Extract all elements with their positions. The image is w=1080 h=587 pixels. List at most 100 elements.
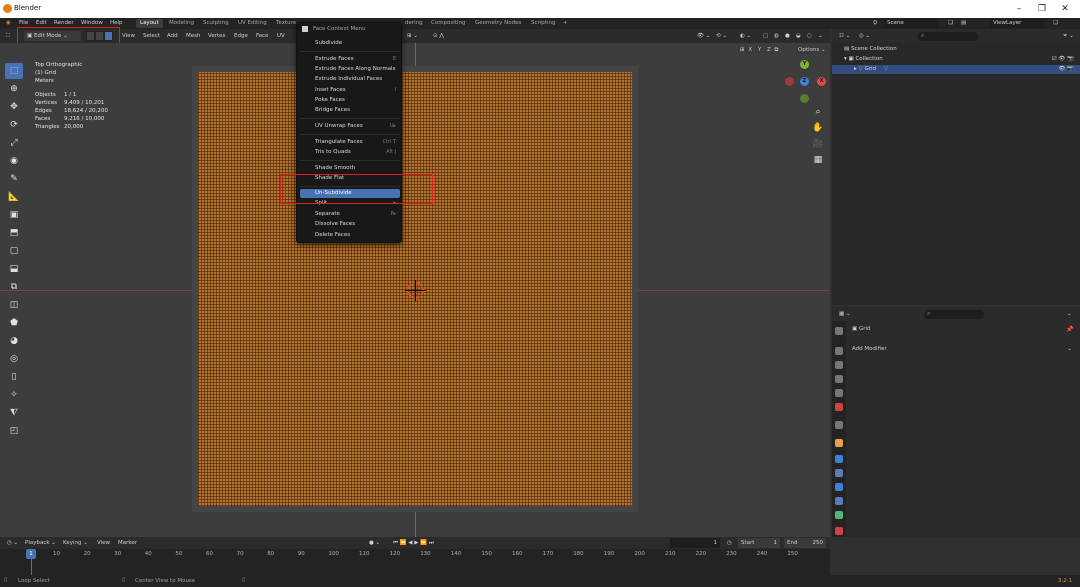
outliner-search-input[interactable]: ⌕: [918, 32, 978, 41]
menu-face[interactable]: Face: [253, 31, 271, 41]
poly-build-tool-icon[interactable]: ⬟: [5, 315, 23, 331]
data-tab-icon[interactable]: [835, 511, 843, 519]
scene-icon[interactable]: ⛭: [870, 19, 880, 28]
menu-timeline-view[interactable]: View: [94, 538, 113, 548]
physics-tab-icon[interactable]: [835, 483, 843, 491]
menu-item-triangulate[interactable]: Triangulate Faces Ctrl T: [300, 138, 400, 147]
new-scene-icon[interactable]: ❏: [945, 19, 956, 28]
camera-view-icon[interactable]: 🎥: [812, 138, 824, 150]
clock-icon[interactable]: ◷: [724, 538, 735, 548]
xray-toggle-icon[interactable]: ▢: [760, 31, 771, 41]
tab-modeling[interactable]: Modeling: [165, 19, 198, 28]
pan-hand-icon[interactable]: ✋: [812, 122, 824, 134]
editor-type-icon[interactable]: ⛶: [3, 31, 13, 41]
view-layer-selector[interactable]: ViewLayer: [990, 19, 1044, 28]
outliner-row-grid[interactable]: ▸ ▽ Grid ▽ 👁 📷: [832, 65, 1080, 74]
zoom-icon[interactable]: ⌕: [812, 106, 824, 118]
tab-scripting[interactable]: Scripting: [527, 19, 559, 28]
menu-item-delete-faces[interactable]: Delete Faces: [300, 231, 400, 240]
navigation-gizmo[interactable]: Y X Z: [783, 60, 828, 110]
gizmo-toggle-icon[interactable]: ⟲ ⌄: [713, 31, 730, 41]
collection-tab-icon[interactable]: [835, 421, 843, 429]
shading-rendered-icon[interactable]: ○: [804, 31, 815, 41]
menu-item-uv-unwrap[interactable]: UV Unwrap Faces U▸: [300, 122, 400, 131]
minimize-button[interactable]: –: [1010, 2, 1028, 16]
edge-slide-tool-icon[interactable]: ▯: [5, 369, 23, 385]
tab-uv-editing[interactable]: UV Editing: [234, 19, 271, 28]
menu-item-extrude-individual[interactable]: Extrude Individual Faces: [300, 75, 400, 84]
tab-rendering[interactable]: dering: [401, 19, 427, 28]
menu-item-bridge-faces[interactable]: Bridge Faces: [300, 106, 400, 115]
outliner-row-scene-collection[interactable]: ▤ Scene Collection: [832, 45, 1080, 54]
gizmo-z-axis[interactable]: Z: [800, 77, 809, 86]
annotate-tool-icon[interactable]: ✎: [5, 171, 23, 187]
current-frame-field[interactable]: 1: [670, 538, 720, 548]
menu-select[interactable]: Select: [140, 31, 163, 41]
mirror-icon[interactable]: ⧉: [775, 47, 779, 53]
world-tab-icon[interactable]: [835, 403, 843, 411]
perspective-toggle-icon[interactable]: ▦: [812, 154, 824, 166]
gizmo-x-axis[interactable]: X: [817, 77, 826, 86]
tab-sculpting[interactable]: Sculpting: [199, 19, 233, 28]
playhead[interactable]: 1: [26, 549, 36, 559]
view-object-types-icon[interactable]: 👁 ⌄: [694, 31, 713, 41]
output-tab-icon[interactable]: [835, 361, 843, 369]
render-tab-icon[interactable]: [835, 347, 843, 355]
menu-uv[interactable]: UV: [274, 31, 288, 41]
menu-item-separate[interactable]: Separate P▸: [300, 210, 400, 219]
modifier-tab-icon[interactable]: [835, 455, 843, 463]
blender-menu-icon[interactable]: ◉: [3, 19, 14, 28]
maximize-button[interactable]: ❐: [1033, 2, 1051, 16]
tab-compositing[interactable]: Compositing: [427, 19, 469, 28]
scene-tab-icon[interactable]: [835, 389, 843, 397]
outliner-editor-type-icon[interactable]: ☷ ⌄: [836, 31, 853, 41]
new-view-layer-icon[interactable]: ❏: [1050, 19, 1061, 28]
measure-tool-icon[interactable]: 📐: [5, 189, 23, 205]
material-tab-icon[interactable]: [835, 527, 843, 535]
spin-tool-icon[interactable]: ◕: [5, 333, 23, 349]
menu-keying[interactable]: Keying ⌄: [60, 538, 91, 548]
visibility-icons[interactable]: 👁 📷: [1058, 65, 1074, 74]
object-tab-icon[interactable]: [835, 439, 843, 447]
outliner-row-collection[interactable]: ▾ ▣ Collection ☑ 👁 📷: [832, 55, 1080, 64]
menu-edge[interactable]: Edge: [231, 31, 251, 41]
visibility-icons[interactable]: ☑ 👁 📷: [1052, 55, 1074, 64]
menu-marker[interactable]: Marker: [115, 538, 140, 548]
add-cube-tool-icon[interactable]: ▣: [5, 207, 23, 223]
smooth-tool-icon[interactable]: ◎: [5, 351, 23, 367]
menu-item-extrude-along-normals[interactable]: Extrude Faces Along Normals: [300, 65, 400, 74]
properties-editor-type-icon[interactable]: ▦ ⌄: [836, 309, 854, 319]
playback-controls[interactable]: ⏮ ⏪ ◀ ▶ ⏩ ⏭: [390, 538, 437, 548]
menu-playback[interactable]: Playback ⌄: [22, 538, 59, 548]
view-layer-tab-icon[interactable]: [835, 375, 843, 383]
inset-tool-icon[interactable]: ▢: [5, 243, 23, 259]
bevel-tool-icon[interactable]: ⬓: [5, 261, 23, 277]
close-button[interactable]: ✕: [1056, 2, 1074, 16]
menu-item-shade-smooth[interactable]: Shade Smooth: [300, 164, 400, 173]
shear-tool-icon[interactable]: ⧨: [5, 405, 23, 421]
rotate-tool-icon[interactable]: ⟳: [5, 117, 23, 133]
scale-tool-icon[interactable]: ⤢: [5, 135, 23, 151]
shading-options-chevron-icon[interactable]: ⌄: [815, 31, 826, 41]
timeline-panel[interactable]: 10 20 30 40 50 60 70 80 90 100 110 120 130 140 150 160 1…: [0, 549, 830, 575]
tab-layout[interactable]: Layout: [136, 19, 163, 28]
particles-tab-icon[interactable]: [835, 469, 843, 477]
transform-orientation-icon[interactable]: ⊞ ⌄: [404, 31, 421, 41]
gizmo-neg-x[interactable]: [785, 77, 794, 86]
menu-item-tris-to-quads[interactable]: Tris to Quads Alt J: [300, 148, 400, 157]
record-keyframe-icon[interactable]: ● ⌄: [366, 538, 383, 548]
filter-icon[interactable]: ⏷ ⌄: [1060, 31, 1077, 41]
tab-geometry-nodes[interactable]: Geometry Nodes: [471, 19, 525, 28]
constraints-tab-icon[interactable]: [835, 497, 843, 505]
axis-z-toggle[interactable]: Z: [765, 47, 773, 53]
transform-tool-icon[interactable]: ◉: [5, 153, 23, 169]
shading-wireframe-icon[interactable]: ◍: [771, 31, 782, 41]
shrink-fatten-tool-icon[interactable]: ✧: [5, 387, 23, 403]
view-layer-icon[interactable]: ▤: [958, 19, 969, 28]
select-box-tool-icon[interactable]: ⬚: [5, 63, 23, 79]
menu-add[interactable]: Add: [164, 31, 181, 41]
menu-item-extrude-faces[interactable]: Extrude Faces E: [300, 55, 400, 64]
end-frame-field[interactable]: End 250: [784, 538, 826, 548]
menu-item-dissolve-faces[interactable]: Dissolve Faces: [300, 220, 400, 229]
add-workspace-button[interactable]: +: [559, 19, 572, 28]
